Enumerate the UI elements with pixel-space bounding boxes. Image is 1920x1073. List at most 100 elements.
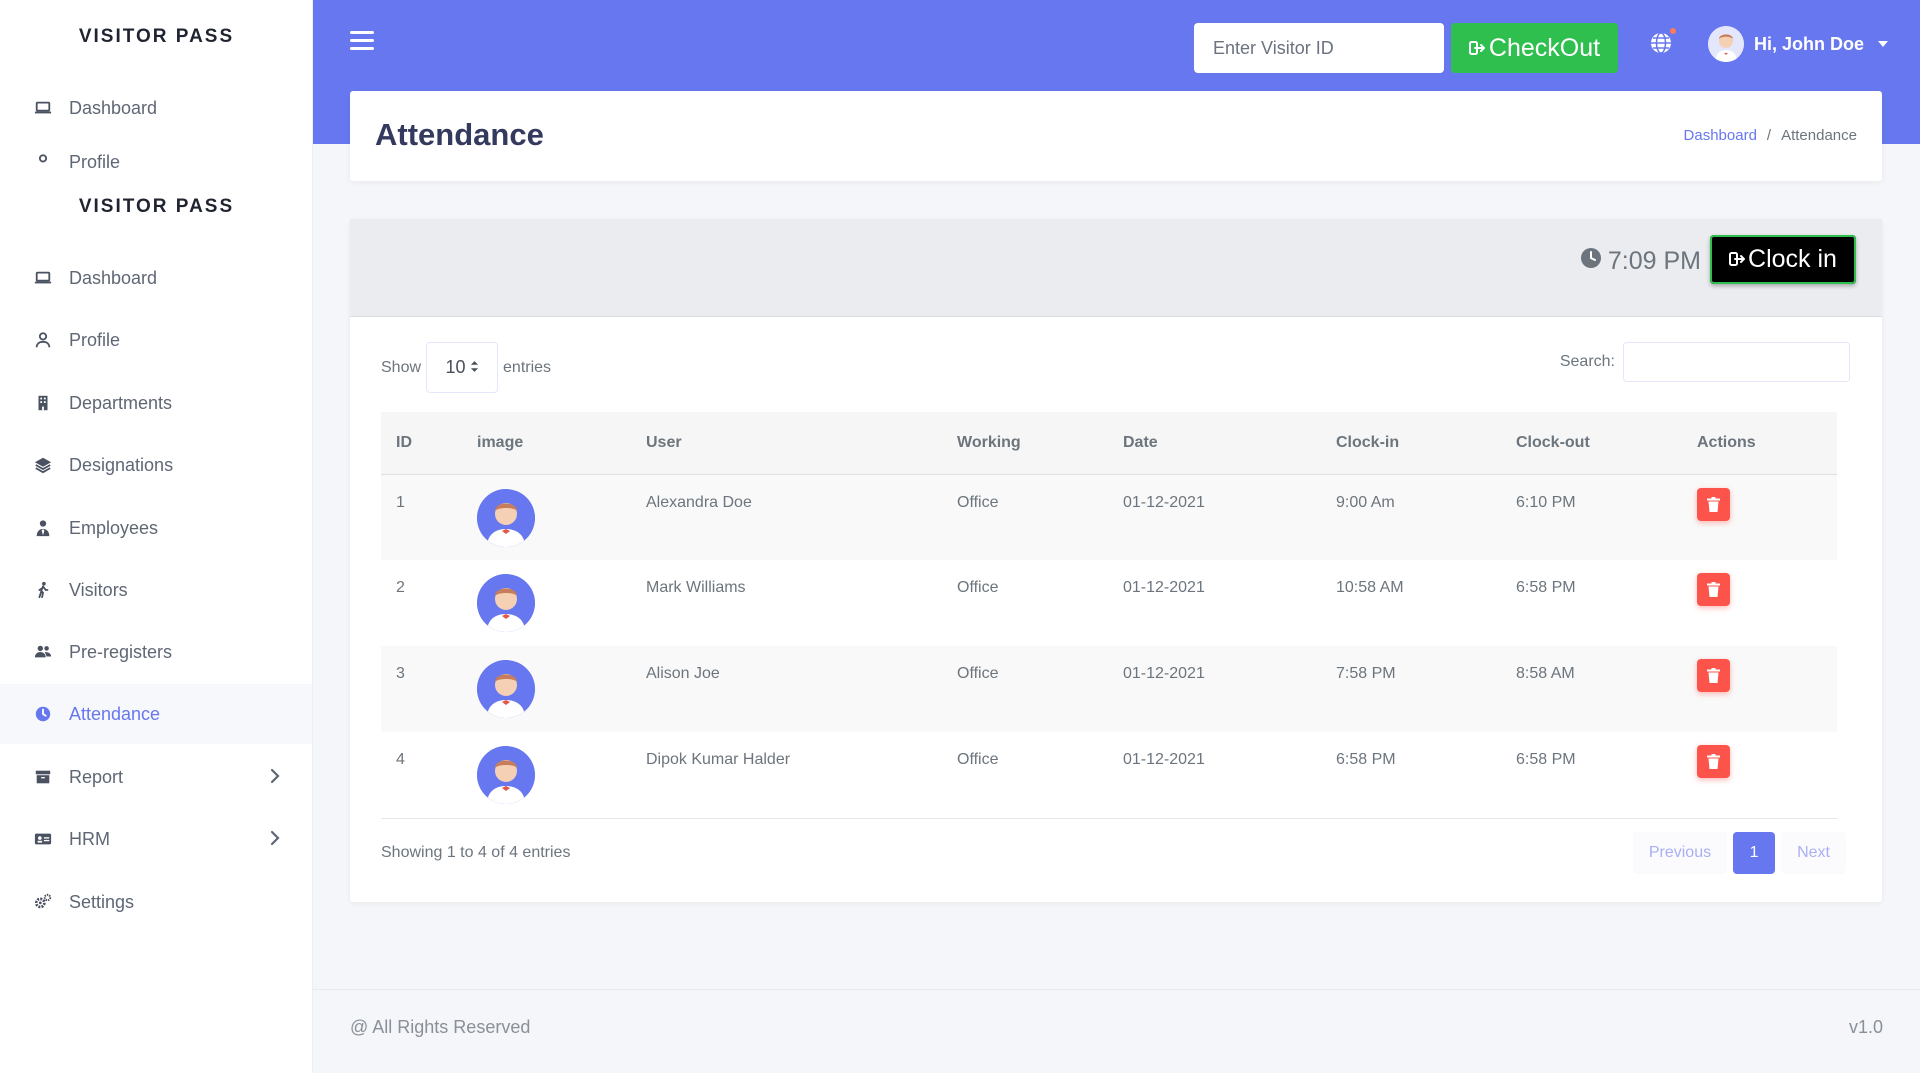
sidebar-item-departments[interactable]: Departments: [0, 373, 312, 433]
cell-user: Alison Joe: [646, 665, 720, 682]
cell-clock-out: 8:58 AM: [1516, 665, 1575, 682]
column-header[interactable]: User: [631, 412, 942, 474]
sidebar-item-profile[interactable]: Profile: [0, 310, 312, 370]
caret-down-icon: [1878, 41, 1889, 47]
visitor-id-input[interactable]: [1194, 23, 1444, 73]
column-header[interactable]: Clock-in: [1321, 412, 1501, 474]
sidebar: VISITOR PASS Dashboard Profile VISITOR P…: [0, 0, 313, 1073]
sidebar-item-attendance[interactable]: Attendance: [0, 684, 312, 744]
avatar: [477, 488, 535, 547]
column-header[interactable]: ID: [381, 412, 462, 474]
pagination-page-1[interactable]: 1: [1733, 832, 1776, 874]
globe-icon[interactable]: [1649, 28, 1676, 55]
avatar: [477, 660, 535, 718]
id-card-icon: [32, 828, 54, 850]
hamburger-menu-icon[interactable]: [350, 31, 374, 55]
sidebar-item-label: Report: [69, 766, 124, 787]
breadcrumb: Dashboard / Attendance: [1684, 127, 1857, 144]
pagination: Previous 1 Next: [1632, 832, 1846, 874]
sidebar-item-visitors[interactable]: Visitors: [0, 560, 312, 620]
current-time-text: 7:09 PM: [1607, 247, 1701, 275]
sidebar-item-report[interactable]: Report: [0, 747, 312, 807]
sidebar-item-pre-registers[interactable]: Pre-registers: [0, 622, 312, 682]
search-input[interactable]: [1623, 342, 1850, 382]
cell-clock-out: 6:58 PM: [1516, 579, 1576, 596]
footer: @ All Rights Reserved v1.0: [313, 989, 1920, 1073]
clock-in-button[interactable]: Clock in: [1710, 235, 1856, 284]
sidebar-item-settings[interactable]: Settings: [0, 872, 312, 932]
checkout-button[interactable]: CheckOut: [1451, 23, 1618, 73]
breadcrumb-current: Attendance: [1781, 127, 1857, 144]
cell-working: Office: [957, 579, 999, 596]
breadcrumb-dashboard-link[interactable]: Dashboard: [1684, 127, 1757, 144]
ghost-nav-dashboard[interactable]: Dashboard: [0, 78, 312, 138]
entries-label: entries: [503, 358, 552, 376]
cell-clock-in: 7:58 PM: [1336, 665, 1396, 682]
cell-clock-out: 6:10 PM: [1516, 493, 1576, 511]
avatar: [477, 574, 535, 632]
search-label: Search:: [1559, 353, 1615, 370]
breadcrumb-separator: /: [1766, 127, 1772, 144]
sidebar-item-employees[interactable]: Employees: [0, 498, 312, 558]
cell-date: 01-12-2021: [1123, 751, 1205, 768]
entries-length-control: Show 10 entries: [381, 342, 551, 393]
user-icon: [32, 151, 54, 170]
column-header[interactable]: Date: [1108, 412, 1321, 474]
clock-icon: [1580, 247, 1602, 276]
chevron-right-icon: [265, 766, 285, 786]
cogs-icon: [32, 891, 54, 913]
avatar: [477, 746, 535, 804]
user-greeting: Hi, John Doe: [1754, 33, 1865, 54]
user-icon: [32, 329, 54, 351]
pagination-next[interactable]: Next: [1781, 832, 1846, 874]
clock-icon: [32, 703, 54, 725]
sign-in-icon: [1729, 245, 1746, 274]
sidebar-item-dashboard[interactable]: Dashboard: [0, 248, 312, 308]
cell-id: 2: [396, 579, 405, 596]
notification-dot: [1670, 28, 1676, 34]
user-menu[interactable]: Hi, John Doe: [1708, 25, 1889, 63]
sidebar-item-label: Profile: [69, 329, 121, 350]
attendance-table: ID image User Working Date Clock-in Cloc…: [381, 412, 1837, 819]
delete-button[interactable]: [1697, 487, 1730, 521]
cell-working: Office: [957, 751, 999, 768]
sidebar-item-label: Attendance: [69, 703, 161, 724]
cell-clock-out: 6:58 PM: [1516, 751, 1576, 768]
column-header[interactable]: Actions: [1682, 412, 1837, 474]
sidebar-item-hrm[interactable]: HRM: [0, 809, 312, 869]
page-title: Attendance: [375, 117, 544, 152]
table-header-row: ID image User Working Date Clock-in Cloc…: [381, 412, 1837, 474]
avatar: [1708, 26, 1744, 62]
ghost-nav-profile[interactable]: Profile: [0, 132, 312, 170]
chevron-right-icon: [265, 828, 285, 848]
column-header[interactable]: Clock-out: [1501, 412, 1682, 474]
delete-button[interactable]: [1697, 745, 1730, 778]
trash-icon: [1707, 496, 1720, 512]
column-header[interactable]: image: [462, 412, 631, 474]
sign-out-icon: [1468, 34, 1486, 63]
laptop-icon: [32, 97, 54, 119]
table-search: Search:: [1560, 342, 1850, 382]
entries-select[interactable]: 10: [426, 342, 499, 393]
version-text: v1.0: [1848, 1017, 1883, 1037]
table-row: 1 Alexandra Doe Office 01-12-2021 9:00 A…: [381, 474, 1837, 560]
users-icon: [32, 641, 54, 663]
brand-logo-text: VISITOR PASS: [78, 26, 235, 47]
cell-clock-in: 6:58 PM: [1336, 751, 1396, 768]
page-header-card: Attendance Dashboard / Attendance: [350, 91, 1882, 181]
delete-button[interactable]: [1697, 573, 1730, 606]
layers-icon: [32, 454, 54, 476]
trash-icon: [1707, 754, 1720, 769]
laptop-icon: [32, 267, 54, 289]
cell-date: 01-12-2021: [1123, 579, 1205, 596]
archive-icon: [32, 766, 54, 788]
sidebar-item-designations[interactable]: Designations: [0, 435, 312, 495]
delete-button[interactable]: [1697, 659, 1730, 692]
sidebar-item-label: Dashboard: [69, 267, 158, 288]
pagination-previous[interactable]: Previous: [1632, 832, 1728, 874]
attendance-card: 7:09 PM Clock in Show 10 entries Search:: [350, 219, 1882, 902]
column-header[interactable]: Working: [942, 412, 1108, 474]
sidebar-ghost-overlay: VISITOR PASS Dashboard Profile: [0, 0, 312, 170]
table-row: 4 Dipok Kumar Halder Office 01-12-2021 6…: [381, 732, 1837, 818]
table-row: 3 Alison Joe Office 01-12-2021 7:58 PM 8…: [381, 646, 1837, 732]
